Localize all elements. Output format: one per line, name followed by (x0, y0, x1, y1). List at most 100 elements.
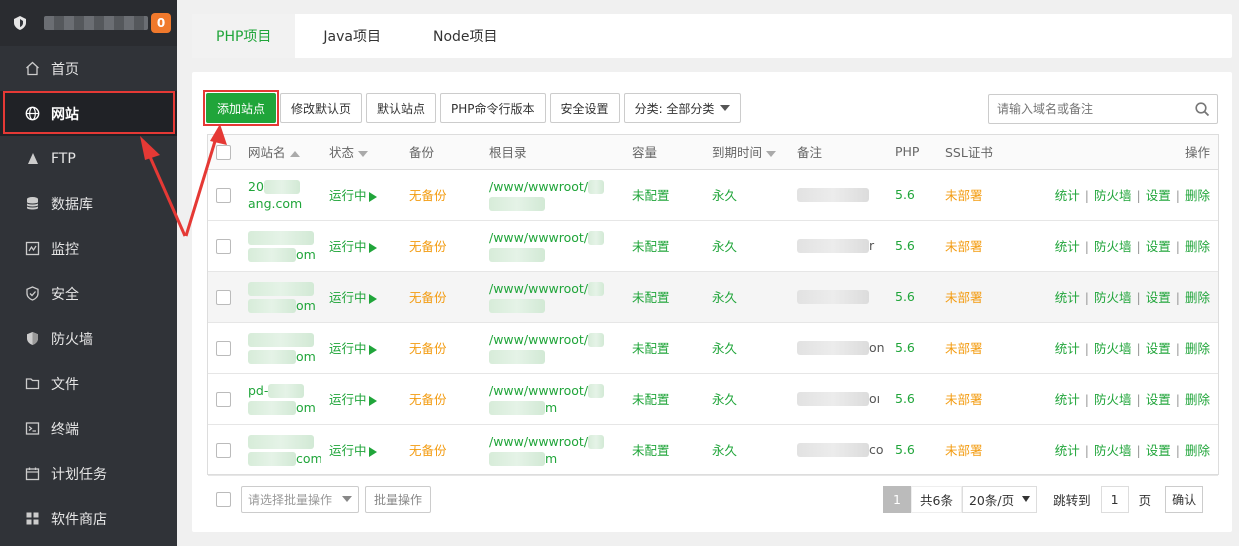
note-cell[interactable]: co (789, 424, 887, 475)
expire-cell[interactable]: 永久 (704, 322, 789, 373)
notification-badge[interactable]: 0 (151, 13, 171, 33)
expire-cell[interactable]: 永久 (704, 169, 789, 220)
ssl-cell[interactable]: 未部署 (937, 373, 1022, 424)
settings-link[interactable]: 设置 (1146, 290, 1171, 305)
delete-link[interactable]: 删除 (1185, 392, 1210, 407)
table-row[interactable]: pd-om 运行中 无备份/www/wwwroot/m 未配置 永久 oı 5.6 未部署 统计… (208, 373, 1218, 424)
status-cell[interactable]: 运行中 (321, 169, 401, 220)
root-cell[interactable]: /www/wwwroot/m (481, 373, 624, 424)
sidebar-item-8[interactable]: 终端 (0, 406, 177, 451)
backup-cell[interactable]: 无备份 (401, 271, 481, 322)
delete-link[interactable]: 删除 (1185, 239, 1210, 254)
php-cell[interactable]: 5.6 (887, 322, 937, 373)
tab-java[interactable]: Java项目 (299, 14, 405, 58)
note-cell[interactable] (789, 169, 887, 220)
header-name[interactable]: 网站名 (240, 135, 321, 170)
ssl-cell[interactable]: 未部署 (937, 220, 1022, 271)
page-size-select[interactable]: 20条/页 (961, 485, 1038, 513)
php-cell[interactable]: 5.6 (887, 373, 937, 424)
table-row[interactable]: om 运行中 无备份/www/wwwroot/未配置 永久 5.6 未部署 统计 | 防火墙 | 设… (208, 271, 1218, 322)
settings-link[interactable]: 设置 (1146, 341, 1171, 356)
table-row[interactable]: om 运行中 无备份/www/wwwroot/未配置 永久 r 5.6 未部署 统计 | 防火墙 |… (208, 220, 1218, 271)
ssl-cell[interactable]: 未部署 (937, 271, 1022, 322)
quota-cell[interactable]: 未配置 (624, 220, 704, 271)
current-page[interactable]: 1 (883, 485, 911, 513)
table-row[interactable]: om 运行中 无备份/www/wwwroot/未配置 永久 on 5.6 未部署 统计 | 防火墙… (208, 322, 1218, 373)
site-name-cell[interactable]: om (240, 220, 321, 271)
select-all-checkbox[interactable] (216, 144, 231, 160)
root-cell[interactable]: /www/wwwroot/m (481, 424, 624, 475)
search-input[interactable] (989, 95, 1187, 123)
row-checkbox[interactable] (216, 289, 231, 305)
quota-cell[interactable]: 未配置 (624, 271, 704, 322)
php-cell[interactable]: 5.6 (887, 424, 937, 475)
root-cell[interactable]: /www/wwwroot/ (481, 322, 624, 373)
stats-link[interactable]: 统计 (1055, 392, 1080, 407)
php-cli-version-button[interactable]: PHP命令行版本 (440, 93, 546, 123)
site-name-cell[interactable]: com (240, 424, 321, 475)
table-row[interactable]: 20 ang.com 运行中 无备份/www/wwwroot/未配置 永久 5.6 未部署统… (208, 169, 1218, 220)
delete-link[interactable]: 删除 (1185, 443, 1210, 458)
sidebar-item-10[interactable]: 软件商店 (0, 496, 177, 541)
expire-cell[interactable]: 永久 (704, 373, 789, 424)
ssl-cell[interactable]: 未部署 (937, 169, 1022, 220)
status-cell[interactable]: 运行中 (321, 271, 401, 322)
status-cell[interactable]: 运行中 (321, 424, 401, 475)
row-checkbox[interactable] (216, 340, 231, 356)
sidebar-item-5[interactable]: 安全 (0, 271, 177, 316)
quota-cell[interactable]: 未配置 (624, 424, 704, 475)
status-cell[interactable]: 运行中 (321, 220, 401, 271)
backup-cell[interactable]: 无备份 (401, 373, 481, 424)
sidebar-item-6[interactable]: 防火墙 (0, 316, 177, 361)
sidebar-item-4[interactable]: 监控 (0, 226, 177, 271)
sidebar-item-0[interactable]: 首页 (0, 46, 177, 91)
root-cell[interactable]: /www/wwwroot/ (481, 169, 624, 220)
expire-cell[interactable]: 永久 (704, 424, 789, 475)
stats-link[interactable]: 统计 (1055, 290, 1080, 305)
stats-link[interactable]: 统计 (1055, 341, 1080, 356)
firewall-link[interactable]: 防火墙 (1094, 341, 1132, 356)
table-row[interactable]: com 运行中 无备份/www/wwwroot/m 未配置 永久 co 5.6 未部署 统计 | 防… (208, 424, 1218, 475)
site-name-cell[interactable]: om (240, 271, 321, 322)
delete-link[interactable]: 删除 (1185, 290, 1210, 305)
batch-action-button[interactable]: 批量操作 (365, 485, 432, 513)
sidebar-item-2[interactable]: FTP (0, 136, 177, 181)
row-checkbox[interactable] (216, 238, 231, 254)
ssl-cell[interactable]: 未部署 (937, 322, 1022, 373)
site-name-cell[interactable]: pd-om (240, 373, 321, 424)
quota-cell[interactable]: 未配置 (624, 322, 704, 373)
note-cell[interactable]: on (789, 322, 887, 373)
root-cell[interactable]: /www/wwwroot/ (481, 220, 624, 271)
sidebar-item-1[interactable]: 网站 (0, 91, 177, 136)
php-cell[interactable]: 5.6 (887, 271, 937, 322)
sidebar-item-9[interactable]: 计划任务 (0, 451, 177, 496)
firewall-link[interactable]: 防火墙 (1094, 239, 1132, 254)
quota-cell[interactable]: 未配置 (624, 169, 704, 220)
stats-link[interactable]: 统计 (1055, 443, 1080, 458)
php-cell[interactable]: 5.6 (887, 169, 937, 220)
row-checkbox[interactable] (216, 391, 231, 407)
settings-link[interactable]: 设置 (1146, 188, 1171, 203)
firewall-link[interactable]: 防火墙 (1094, 188, 1132, 203)
search-icon[interactable] (1187, 101, 1217, 117)
settings-link[interactable]: 设置 (1146, 392, 1171, 407)
stats-link[interactable]: 统计 (1055, 239, 1080, 254)
note-cell[interactable]: oı (789, 373, 887, 424)
header-status[interactable]: 状态 (321, 135, 401, 170)
confirm-jump-button[interactable]: 确认 (1165, 485, 1204, 513)
backup-cell[interactable]: 无备份 (401, 220, 481, 271)
batch-select[interactable]: 请选择批量操作 (241, 485, 360, 513)
row-checkbox[interactable] (216, 442, 231, 458)
settings-link[interactable]: 设置 (1146, 239, 1171, 254)
header-expire[interactable]: 到期时间 (704, 135, 789, 170)
status-cell[interactable]: 运行中 (321, 322, 401, 373)
delete-link[interactable]: 删除 (1185, 341, 1210, 356)
category-select[interactable]: 分类: 全部分类 (623, 93, 742, 123)
expire-cell[interactable]: 永久 (704, 220, 789, 271)
sidebar-item-3[interactable]: 数据库 (0, 181, 177, 226)
firewall-link[interactable]: 防火墙 (1094, 443, 1132, 458)
security-settings-button[interactable]: 安全设置 (549, 93, 620, 123)
backup-cell[interactable]: 无备份 (401, 322, 481, 373)
site-name-cell[interactable]: 20 ang.com (240, 169, 321, 220)
row-checkbox[interactable] (216, 187, 231, 203)
